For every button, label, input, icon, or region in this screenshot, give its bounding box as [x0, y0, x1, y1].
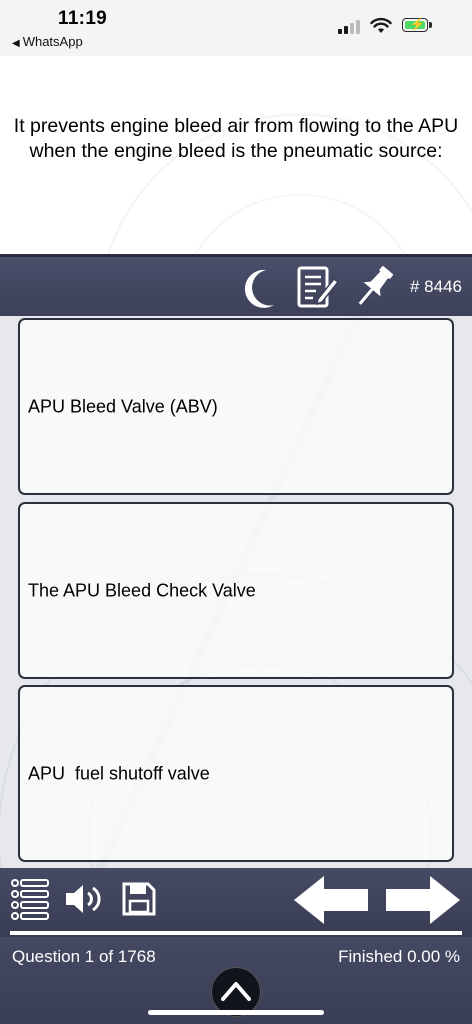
question-text: It prevents engine bleed air from flowin… [13, 115, 459, 162]
question-panel: It prevents engine bleed air from flowin… [0, 56, 472, 254]
cellular-signal-icon [338, 20, 364, 34]
answers-panel: APU Bleed Valve (ABV) The APU Bleed Chec… [0, 316, 472, 868]
answer-option-3[interactable]: APU fuel shutoff valve [18, 685, 454, 862]
status-time: 11:19 [58, 8, 108, 29]
pin-icon[interactable] [352, 263, 396, 311]
finished-percentage: Finished 0.00 % [338, 947, 460, 966]
question-counter: Question 1 of 1768 [12, 947, 156, 966]
progress-bar [0, 930, 472, 937]
status-bar: 11:19 ◀ WhatsApp ⚡ [0, 0, 472, 56]
battery-icon: ⚡ [402, 17, 428, 32]
home-indicator [148, 1010, 324, 1015]
list-icon[interactable] [10, 878, 50, 920]
answer-option-2[interactable]: The APU Bleed Check Valve [18, 502, 454, 679]
wifi-icon [370, 17, 392, 33]
answer-option-label: APU Bleed Valve (ABV) [28, 396, 218, 416]
speaker-icon[interactable] [64, 882, 104, 916]
question-toolbar: # 8446 [0, 254, 472, 316]
navigation-toolbar [0, 868, 472, 930]
answer-option-label: The APU Bleed Check Valve [28, 580, 256, 600]
moon-icon[interactable] [244, 267, 280, 311]
answer-option-1[interactable]: APU Bleed Valve (ABV) [18, 318, 454, 495]
answer-option-label: APU fuel shutoff valve [28, 763, 210, 783]
notes-icon[interactable] [296, 265, 340, 311]
arrow-left-icon[interactable] [292, 874, 370, 926]
save-icon[interactable] [122, 882, 156, 916]
question-number: # 8446 [410, 277, 462, 296]
back-to-app-link[interactable]: ◀ WhatsApp [12, 34, 83, 49]
back-triangle-icon: ◀ [12, 38, 20, 49]
chevron-up-icon [221, 982, 251, 1001]
back-app-label: WhatsApp [22, 34, 83, 49]
arrow-right-icon[interactable] [384, 874, 462, 926]
